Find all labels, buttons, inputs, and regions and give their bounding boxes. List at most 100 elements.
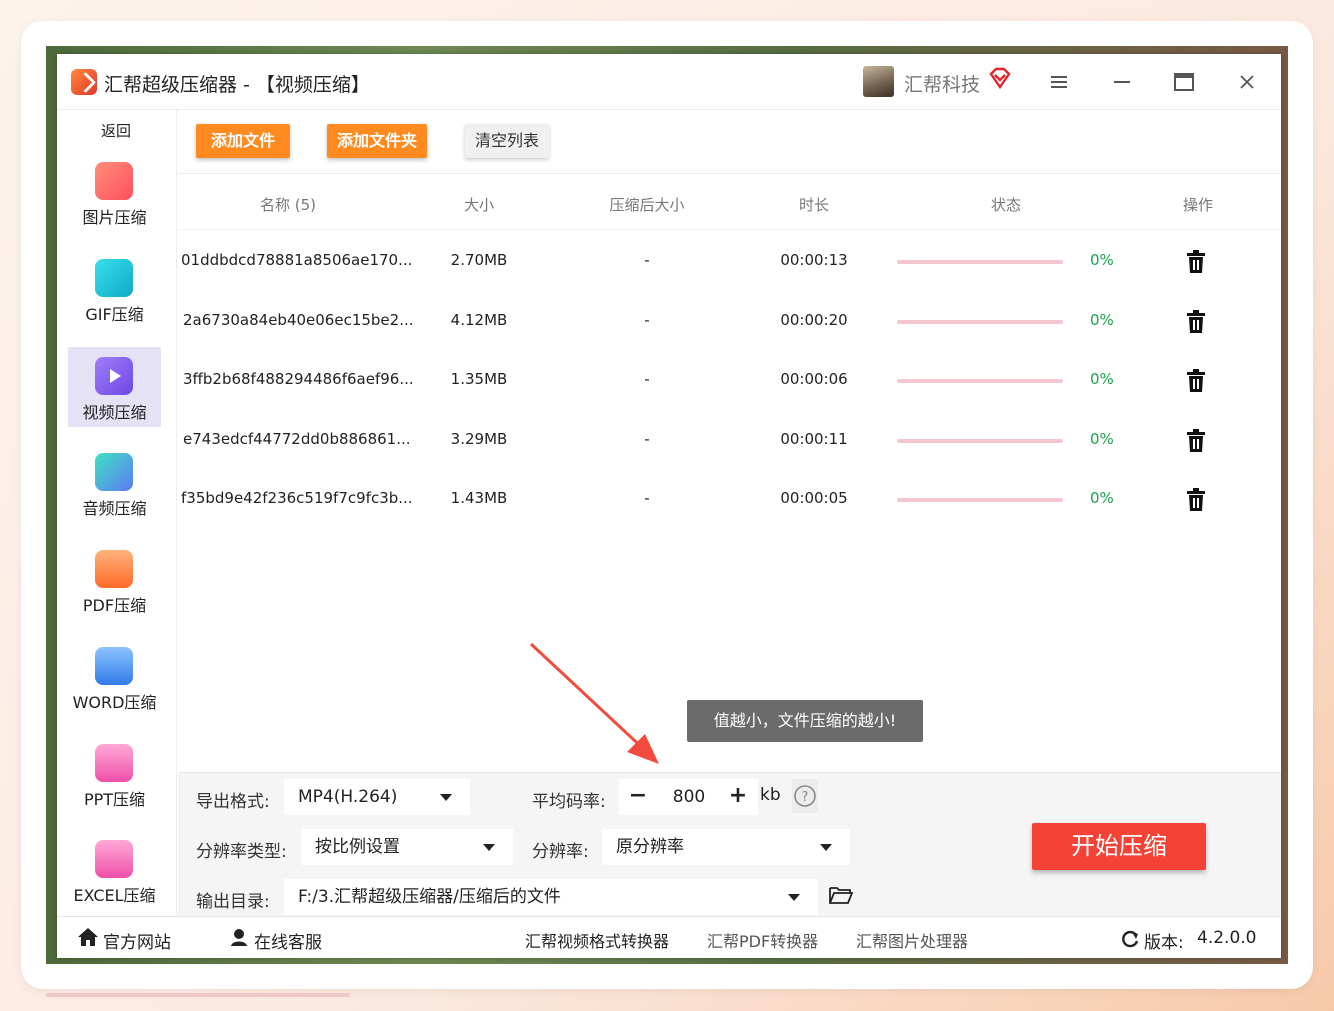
resolution-type-value: 按比例设置 (315, 837, 400, 857)
user-avatar[interactable] (863, 66, 894, 97)
file-size: 1.43MB (450, 489, 508, 507)
sidebar-item-pdf[interactable]: PDF压缩 (68, 540, 161, 620)
maximize-icon[interactable] (1173, 72, 1195, 92)
duration: 00:00:11 (780, 430, 848, 448)
file-name: 01ddbdcd78881a8506ae170... (181, 251, 413, 269)
column-compressed-size[interactable]: 压缩后大小 (587, 194, 707, 215)
sidebar-item-excel[interactable]: EXCEL压缩 (68, 830, 161, 910)
sidebar-item-label: 视频压缩 (82, 403, 147, 422)
open-folder-icon[interactable] (828, 884, 854, 906)
sidebar-item-label: GIF压缩 (85, 305, 144, 324)
version-label: 版本: (1144, 933, 1184, 953)
customer-service-icon (231, 929, 247, 946)
audio-compress-icon (95, 453, 133, 491)
start-compress-button[interactable]: 开始压缩 (1032, 823, 1206, 870)
title-bar: 汇帮超级压缩器 - 【视频压缩】 汇帮科技 (57, 54, 1281, 110)
delete-icon[interactable] (1185, 250, 1207, 274)
chevron-down-icon (440, 794, 452, 801)
format-select[interactable]: MP4(H.264) (284, 779, 470, 815)
home-icon (78, 928, 98, 946)
format-label: 导出格式: (196, 792, 270, 812)
back-link[interactable]: 返回 (57, 120, 175, 141)
toolbar: 添加文件 添加文件夹 清空列表 (178, 110, 1281, 174)
footer: 官方网站 在线客服 汇帮视频格式转换器 汇帮PDF转换器 汇帮图片处理器 版本:… (57, 916, 1281, 958)
annotation-arrow (529, 642, 659, 764)
official-website-link[interactable]: 官方网站 (103, 928, 171, 953)
progress-bar (897, 320, 1063, 324)
online-service-link[interactable]: 在线客服 (254, 928, 322, 953)
resolution-label: 分辨率: (532, 842, 589, 862)
image-processor-link[interactable]: 汇帮图片处理器 (856, 928, 968, 952)
bitrate-input[interactable]: 800 (659, 779, 719, 815)
sidebar-item-label: 图片压缩 (82, 208, 147, 227)
word-compress-icon (95, 647, 133, 685)
format-value: MP4(H.264) (298, 787, 398, 807)
pdf-converter-link[interactable]: 汇帮PDF转换器 (707, 928, 818, 952)
compressed-size: - (644, 311, 650, 329)
app-logo-icon (71, 69, 97, 95)
table-row[interactable]: f35bd9e42f236c519f7c9fc3b... 1.43MB - 00… (178, 470, 1281, 529)
sidebar-item-label: EXCEL压缩 (73, 886, 156, 905)
resolution-select[interactable]: 原分辨率 (602, 829, 850, 865)
delete-icon[interactable] (1185, 310, 1207, 334)
resolution-type-select[interactable]: 按比例设置 (301, 829, 513, 865)
sidebar-item-image[interactable]: 图片压缩 (68, 152, 161, 232)
column-status[interactable]: 状态 (966, 194, 1046, 215)
table-row[interactable]: 01ddbdcd78881a8506ae170... 2.70MB - 00:0… (178, 232, 1281, 291)
table-row[interactable]: 2a6730a84eb40e06ec15be2... 4.12MB - 00:0… (178, 292, 1281, 351)
duration: 00:00:06 (780, 370, 848, 388)
file-name: 2a6730a84eb40e06ec15be2... (183, 311, 414, 329)
bitrate-unit: kb (760, 785, 781, 805)
sidebar-item-audio[interactable]: 音频压缩 (68, 443, 161, 523)
progress-bar (897, 498, 1063, 502)
refresh-icon[interactable] (1120, 929, 1140, 949)
delete-icon[interactable] (1185, 488, 1207, 512)
increment-button[interactable]: + (721, 779, 755, 815)
output-dir-select[interactable]: F:/3.汇帮超级压缩器/压缩后的文件 (284, 879, 818, 915)
brand-name: 汇帮科技 (904, 74, 981, 96)
sidebar-item-word[interactable]: WORD压缩 (68, 637, 161, 717)
video-converter-link[interactable]: 汇帮视频格式转换器 (525, 928, 669, 952)
image-compress-icon (95, 162, 133, 200)
file-size: 3.29MB (450, 430, 508, 448)
video-compress-icon (95, 357, 133, 395)
table-row[interactable]: e743edcf44772dd0b886861... 3.29MB - 00:0… (178, 411, 1281, 470)
compressed-size: - (644, 430, 650, 448)
table-row[interactable]: 3ffb2b68f488294486f6aef96... 1.35MB - 00… (178, 351, 1281, 410)
help-icon[interactable]: ? (792, 779, 818, 813)
bitrate-label: 平均码率: (532, 792, 606, 812)
chevron-down-icon (820, 844, 832, 851)
column-duration[interactable]: 时长 (774, 194, 854, 215)
ppt-compress-icon (95, 744, 133, 782)
close-icon[interactable] (1237, 72, 1257, 92)
sidebar-item-video[interactable]: 视频压缩 (68, 347, 161, 427)
resolution-type-label: 分辨率类型: (196, 842, 287, 862)
delete-icon[interactable] (1185, 429, 1207, 453)
decrement-button[interactable]: − (621, 779, 655, 815)
chevron-down-icon (483, 844, 495, 851)
sidebar-item-label: PPT压缩 (83, 790, 146, 809)
compressed-size: - (644, 370, 650, 388)
file-name: f35bd9e42f236c519f7c9fc3b... (181, 489, 413, 507)
sidebar-item-gif[interactable]: GIF压缩 (68, 249, 161, 329)
delete-icon[interactable] (1185, 369, 1207, 393)
progress-percent: 0% (1090, 251, 1114, 269)
add-file-button[interactable]: 添加文件 (196, 124, 290, 158)
column-actions: 操作 (1182, 196, 1213, 214)
column-size[interactable]: 大小 (434, 194, 524, 215)
sidebar: 返回 图片压缩 GIF压缩 视频压缩 音频压缩 PDF压缩 WORD压缩 PPT… (57, 110, 177, 916)
column-name[interactable]: 名称 (5) (178, 194, 398, 215)
duration: 00:00:20 (780, 311, 848, 329)
duration: 00:00:05 (780, 489, 848, 507)
add-folder-button[interactable]: 添加文件夹 (327, 124, 427, 158)
bottom-accent (46, 993, 350, 997)
sidebar-item-ppt[interactable]: PPT压缩 (68, 734, 161, 814)
menu-icon[interactable] (1049, 72, 1069, 92)
minimize-icon[interactable] (1112, 72, 1132, 92)
svg-text:?: ? (802, 790, 809, 805)
chevron-down-icon (788, 894, 800, 901)
window-title: 汇帮超级压缩器 - 【视频压缩】 (104, 74, 370, 96)
vip-diamond-icon[interactable] (988, 66, 1012, 90)
file-size: 2.70MB (450, 251, 508, 269)
clear-list-button[interactable]: 清空列表 (465, 124, 549, 158)
